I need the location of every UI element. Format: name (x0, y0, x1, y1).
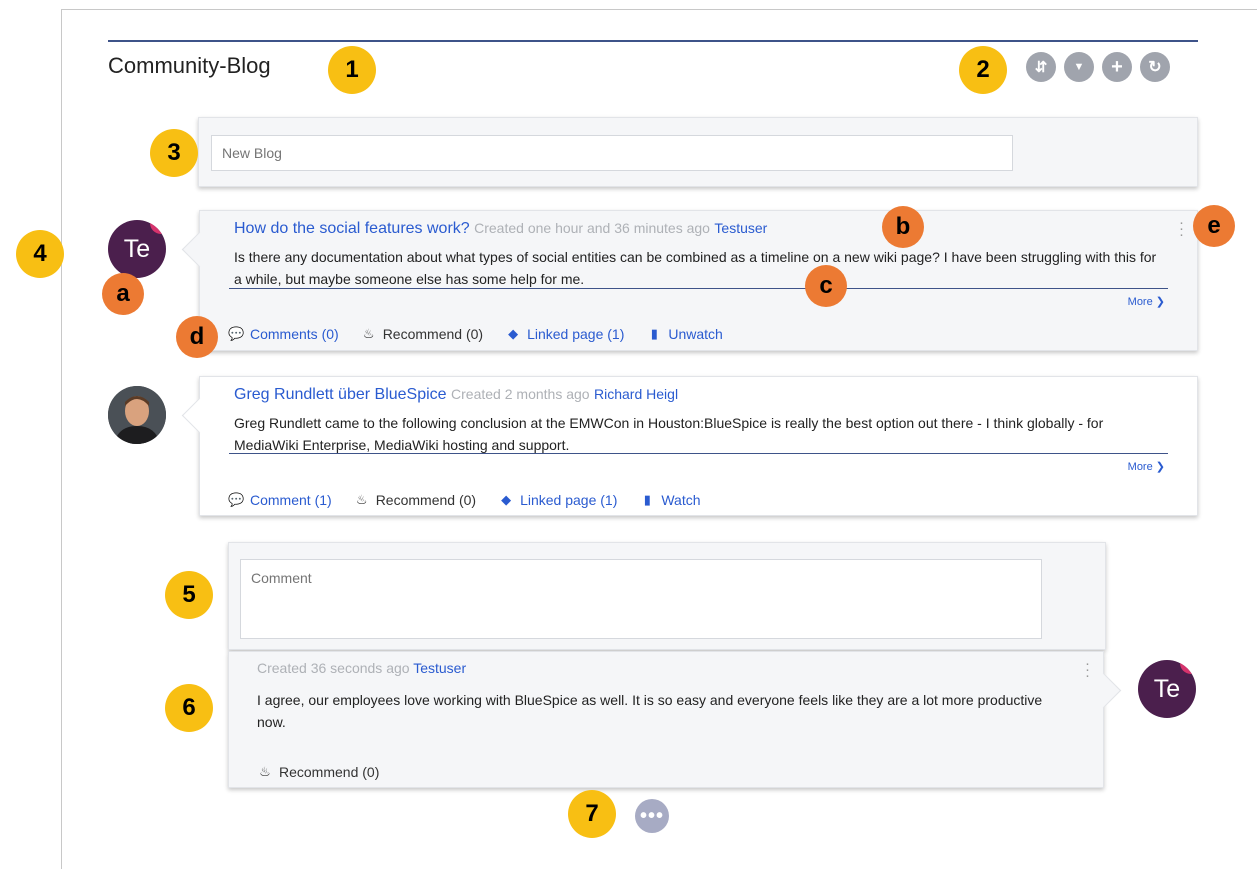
comment-author[interactable]: Testuser (413, 660, 466, 676)
recommend-button[interactable]: ♨ Recommend (0) (257, 764, 379, 780)
recommend-button[interactable]: ♨ Recommend (0) (361, 326, 483, 342)
comment-body: I agree, our employees love working with… (257, 692, 1043, 730)
filter-button[interactable]: ▼ (1064, 52, 1094, 82)
avatar[interactable] (108, 386, 166, 444)
more-link[interactable]: More ❯ (1128, 460, 1165, 473)
comment-header: Created 36 seconds ago Testuser (257, 660, 466, 676)
callout-badge: a (102, 273, 144, 315)
flame-icon: ♨ (259, 764, 271, 779)
avatar[interactable]: Te (1138, 660, 1196, 718)
avatar[interactable]: Te (108, 220, 166, 278)
linked-page-button[interactable]: ◆ Linked page (1) (498, 492, 617, 508)
post-divider (229, 288, 1168, 289)
callout-badge: d (176, 316, 218, 358)
page-title: Community-Blog (108, 53, 271, 78)
blog-post: How do the social features work? Created… (181, 210, 1198, 351)
user-photo (108, 386, 166, 444)
callout-badge: 6 (165, 684, 213, 732)
post-actions: 💬 Comment (1) ♨ Recommend (0) ◆ Linked page… (228, 492, 701, 508)
filter-icon: ▼ (1073, 61, 1085, 73)
comments-button[interactable]: 💬 Comment (1) (228, 492, 332, 508)
more-options-icon[interactable]: · · · (1179, 215, 1184, 242)
flame-icon: ♨ (355, 492, 368, 507)
comment-card: Created 36 seconds ago Testuser · · · I ag… (228, 651, 1122, 788)
post-body: Greg Rundlett came to the following conc… (234, 415, 1104, 453)
flame-icon: ♨ (362, 326, 375, 341)
post-header: Greg Rundlett über BlueSpice Created 2 m… (234, 386, 678, 404)
comments-icon: 💬 (228, 492, 245, 507)
callout-badge: 5 (165, 571, 213, 619)
new-blog-card (198, 117, 1198, 187)
post-created: Created one hour and 36 minutes ago (474, 220, 710, 236)
watch-button[interactable]: ▮ Watch (639, 492, 701, 508)
bookmark-icon: ▮ (643, 492, 651, 507)
new-blog-input[interactable] (211, 135, 1013, 171)
title-rule (108, 40, 1198, 42)
comments-icon: 💬 (228, 326, 245, 341)
sort-button[interactable]: ⇵ (1026, 52, 1056, 82)
comment-created: Created 36 seconds ago (257, 660, 410, 676)
tag-icon: ◆ (501, 492, 512, 507)
post-actions: 💬 Comments (0) ♨ Recommend (0) ◆ Linked pag… (228, 326, 723, 342)
comment-form-card (228, 542, 1106, 650)
post-divider (229, 453, 1168, 454)
add-button[interactable]: + (1102, 52, 1132, 82)
post-author[interactable]: Testuser (714, 220, 767, 236)
callout-badge: 2 (959, 46, 1007, 94)
callout-badge: 7 (568, 790, 616, 838)
refresh-button[interactable]: ↻ (1140, 52, 1170, 82)
callout-badge: b (882, 206, 924, 248)
more-options-icon[interactable]: · · · (1085, 656, 1090, 683)
blog-post: Greg Rundlett über BlueSpice Created 2 m… (181, 376, 1198, 516)
recommend-button[interactable]: ♨ Recommend (0) (354, 492, 476, 508)
sort-icon: ⇵ (1034, 59, 1048, 76)
post-author[interactable]: Richard Heigl (594, 386, 678, 402)
post-header: How do the social features work? Created… (234, 220, 767, 238)
refresh-icon: ↻ (1148, 59, 1162, 76)
post-body: Is there any documentation about what ty… (234, 249, 1157, 287)
callout-badge: 4 (16, 230, 64, 278)
bookmark-icon: ▮ (650, 326, 658, 341)
more-link[interactable]: More ❯ (1128, 295, 1165, 308)
comments-button[interactable]: 💬 Comments (0) (228, 326, 339, 342)
plus-icon: + (1111, 55, 1123, 78)
callout-badge: e (1193, 205, 1235, 247)
callout-badge: 3 (150, 129, 198, 177)
tag-icon: ◆ (508, 326, 519, 341)
post-created: Created 2 months ago (451, 386, 590, 402)
post-title[interactable]: Greg Rundlett über BlueSpice (234, 386, 447, 403)
comment-input[interactable] (240, 559, 1042, 639)
linked-page-button[interactable]: ◆ Linked page (1) (505, 326, 624, 342)
watch-button[interactable]: ▮ Unwatch (646, 326, 723, 342)
load-more-button[interactable]: ••• (635, 799, 669, 833)
callout-badge: 1 (328, 46, 376, 94)
blog-toolbar: ⇵ ▼ + ↻ (1026, 52, 1170, 82)
post-title[interactable]: How do the social features work? (234, 220, 470, 237)
callout-badge: c (805, 265, 847, 307)
